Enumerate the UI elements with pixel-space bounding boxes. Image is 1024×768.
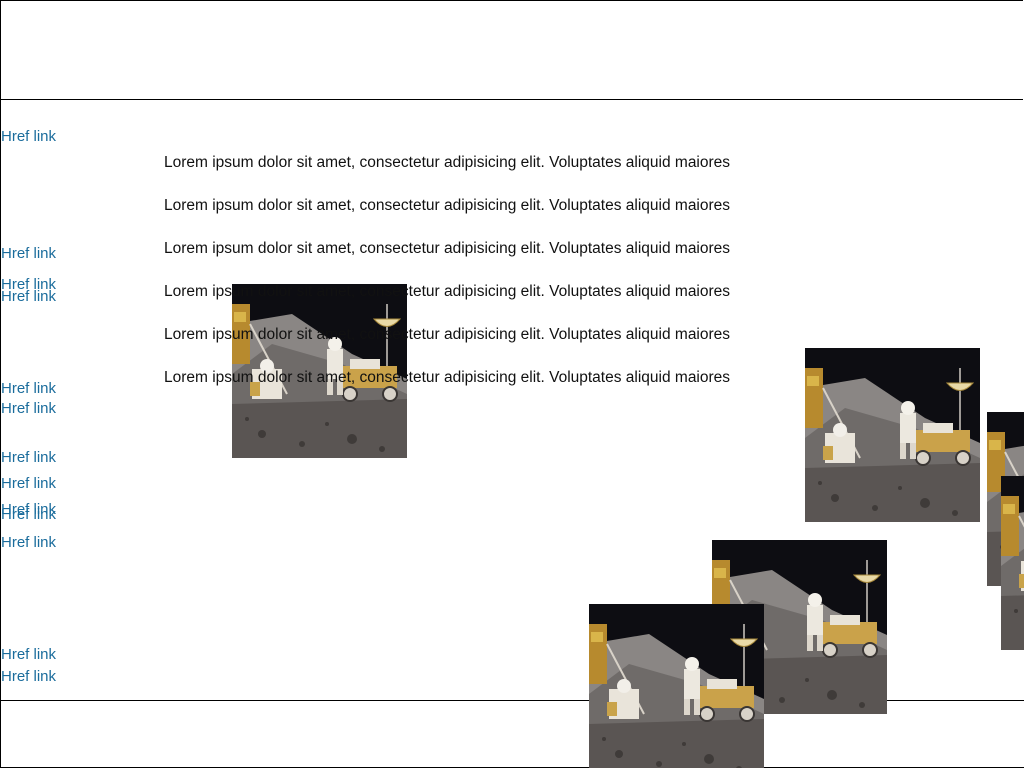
href-link[interactable]: Href link [1, 506, 56, 523]
lunar-rover-image [589, 604, 764, 768]
paragraph: Lorem ipsum dolor sit amet, consectetur … [164, 197, 731, 214]
href-link[interactable]: Href link [1, 475, 56, 492]
href-link[interactable]: Href link [1, 288, 56, 305]
href-link[interactable]: Href link [1, 646, 56, 663]
lunar-rover-image [1001, 476, 1024, 650]
page: Href link Href link Href link Href link … [0, 0, 1024, 768]
href-link[interactable]: Href link [1, 245, 56, 262]
paragraph: Lorem ipsum dolor sit amet, consectetur … [164, 369, 731, 386]
href-link[interactable]: Href link [1, 668, 56, 685]
paragraph: Lorem ipsum dolor sit amet, consectetur … [164, 326, 731, 343]
href-link[interactable]: Href link [1, 449, 56, 466]
href-link[interactable]: Href link [1, 128, 56, 145]
paragraph: Lorem ipsum dolor sit amet, consectetur … [164, 283, 731, 300]
href-link[interactable]: Href link [1, 400, 56, 417]
paragraph: Lorem ipsum dolor sit amet, consectetur … [164, 154, 731, 171]
lunar-rover-image [805, 348, 980, 522]
href-link[interactable]: Href link [1, 534, 56, 551]
header-frame [0, 0, 1023, 100]
href-link[interactable]: Href link [1, 380, 56, 397]
paragraph: Lorem ipsum dolor sit amet, consectetur … [164, 240, 731, 257]
